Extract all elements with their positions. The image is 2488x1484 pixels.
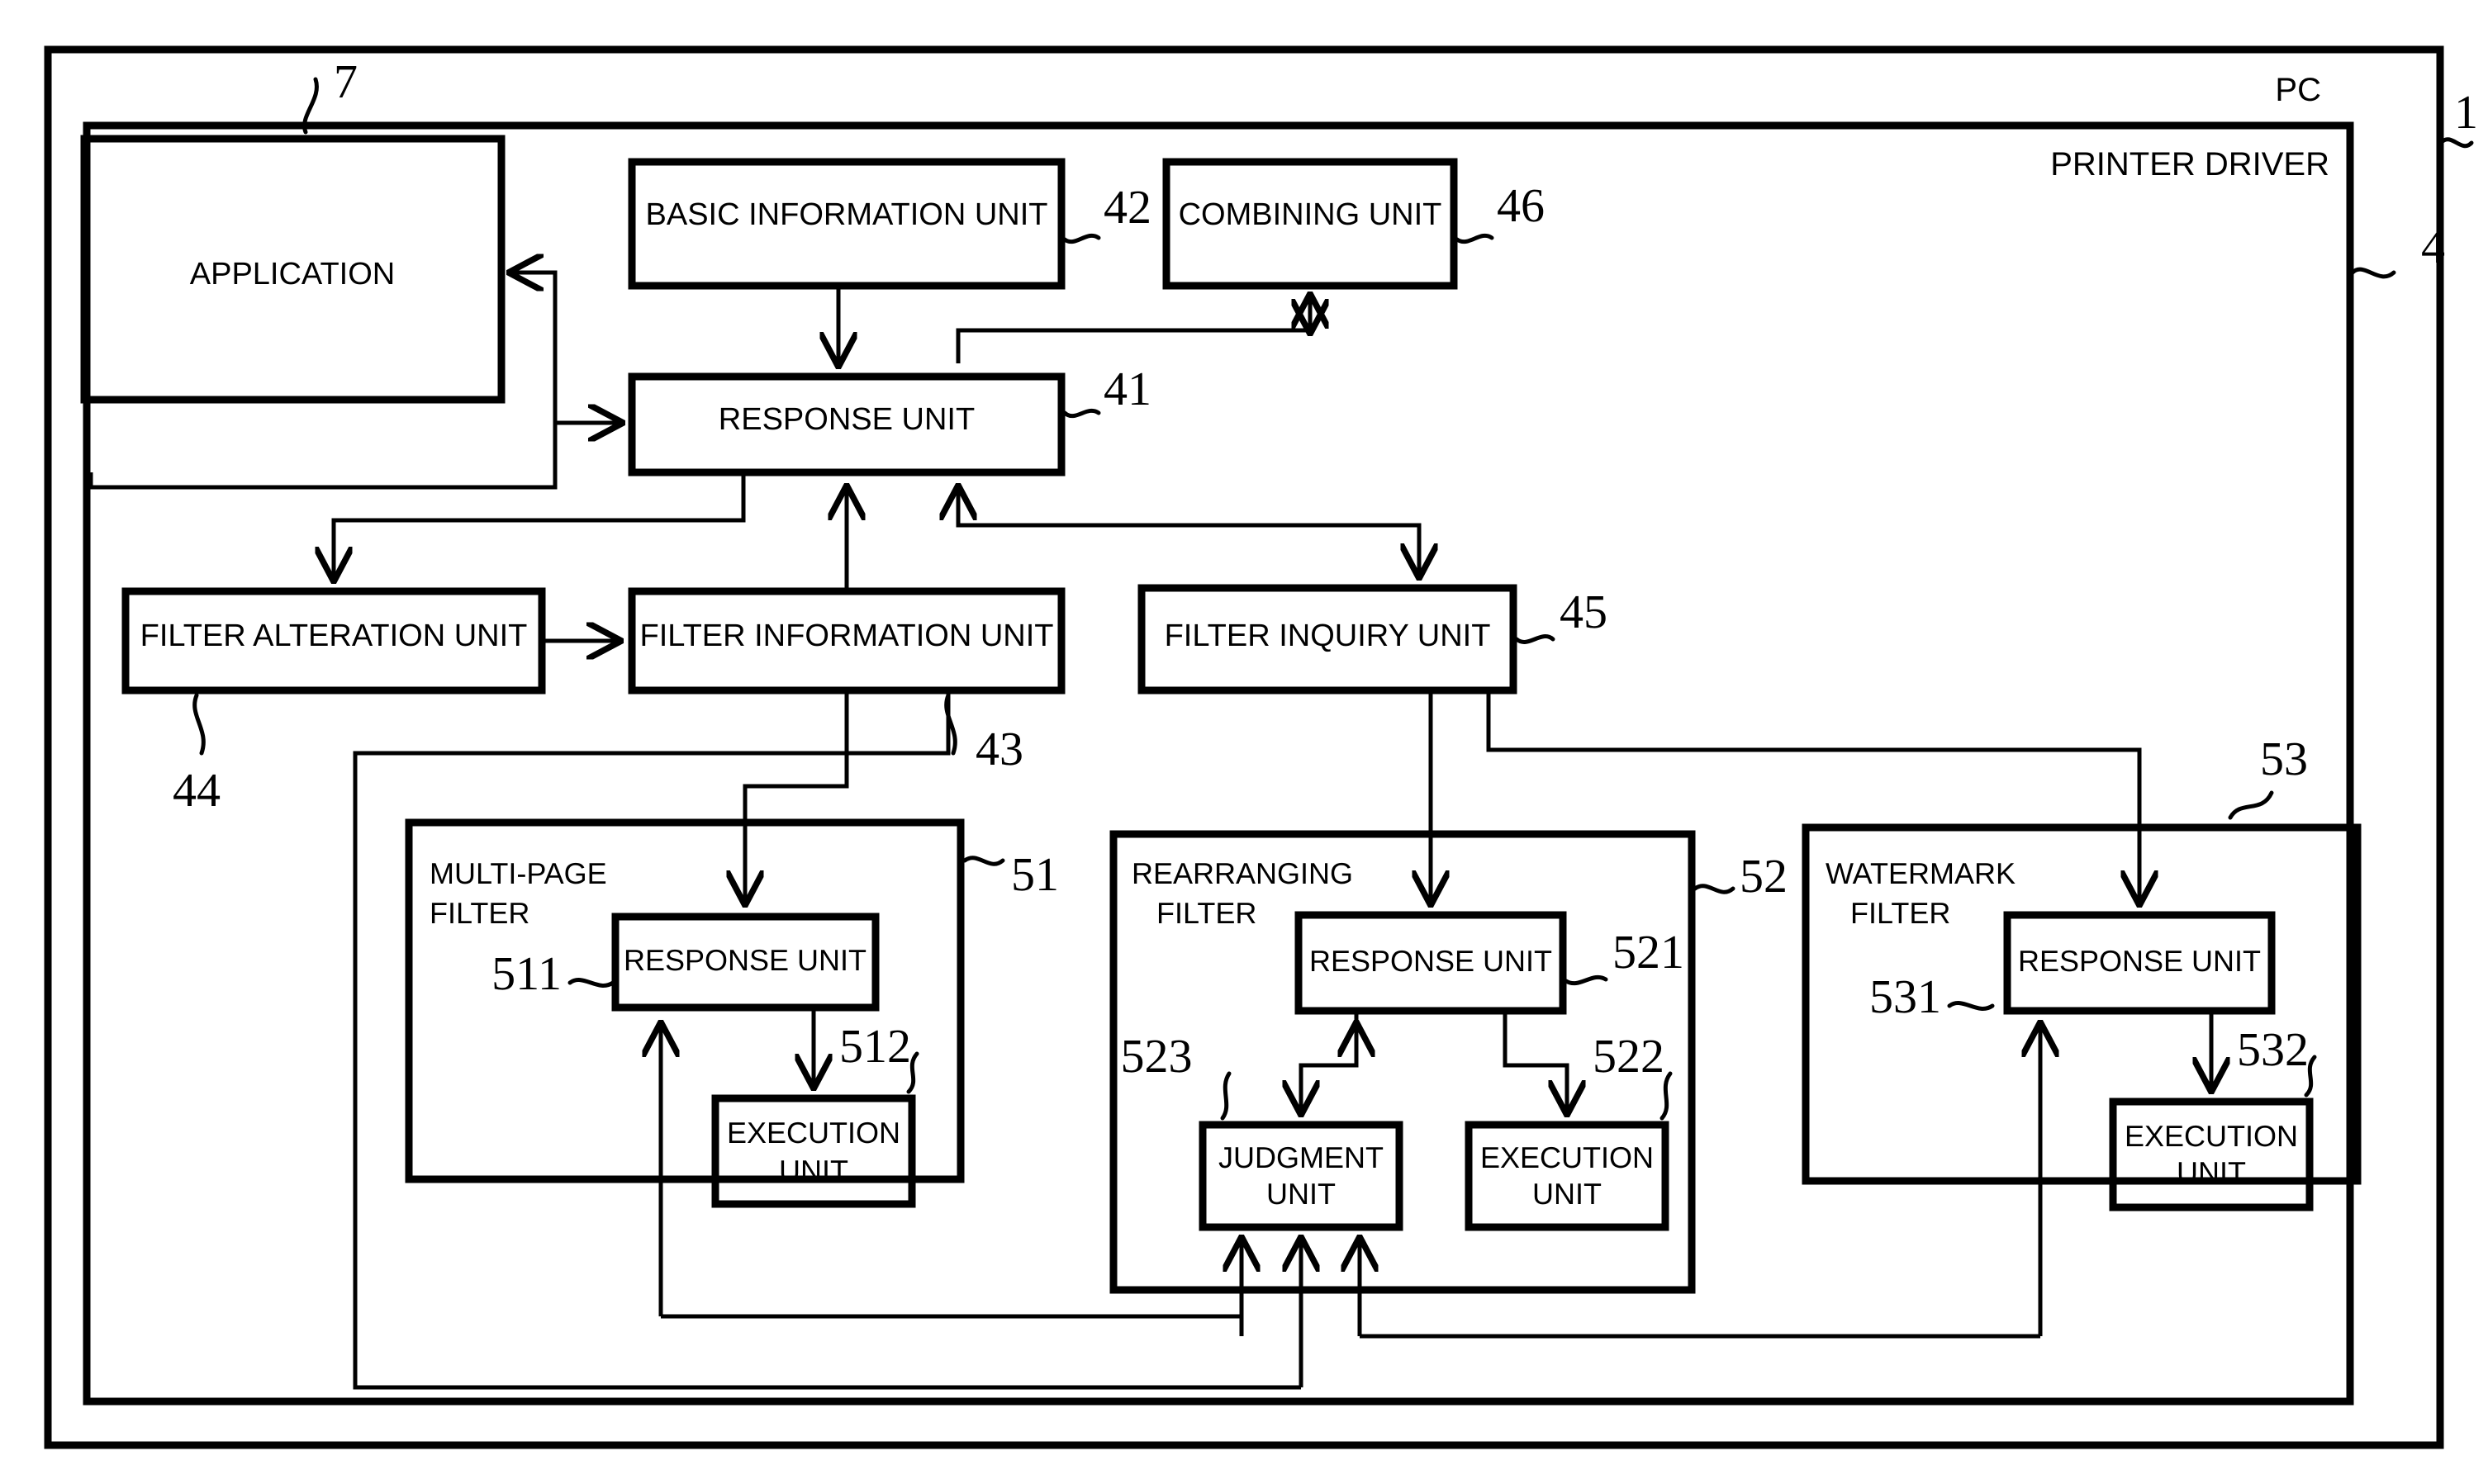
block-basic-information-label: BASIC INFORMATION UNIT	[646, 197, 1048, 232]
re-response-ref-leader	[1564, 974, 1608, 986]
wm-response-ref-leader	[1947, 1001, 1995, 1011]
re-execution-ref: 522	[1593, 1029, 1664, 1083]
conn-combining-to-response	[956, 297, 1310, 363]
printer-driver-label: PRINTER DRIVER	[2050, 146, 2329, 183]
multi-page-filter-name-line2: FILTER	[430, 896, 529, 930]
printer-driver-ref-leader	[2350, 267, 2396, 279]
mp-execution-ref: 512	[839, 1019, 911, 1073]
block-filter-inquiry-label: FILTER INQUIRY UNIT	[1165, 619, 1491, 653]
block-mp-execution-label-line2: UNIT	[779, 1154, 848, 1188]
multi-page-filter-ref-leader	[962, 856, 1005, 866]
multi-page-filter-name-line1: MULTI-PAGE	[430, 856, 607, 890]
block-re-judgment-label-line1: JUDGMENT	[1218, 1140, 1384, 1174]
response-main-ref: 41	[1104, 362, 1151, 415]
block-re-response-label: RESPONSE UNIT	[1309, 944, 1552, 978]
mp-response-ref: 511	[491, 946, 562, 1000]
block-wm-response-label: RESPONSE UNIT	[2018, 944, 2261, 978]
printer-driver-frame	[83, 121, 2354, 1406]
mp-response-ref-leader	[567, 978, 615, 988]
block-mp-response-label: RESPONSE UNIT	[624, 943, 867, 977]
filter-alteration-ref: 44	[173, 763, 221, 817]
filter-inquiry-ref-leader	[1514, 634, 1555, 644]
watermark-filter-name-line2: FILTER	[1850, 896, 1950, 930]
block-wm-execution-label-line1: EXECUTION	[2125, 1119, 2298, 1153]
application-ref: 7	[334, 55, 358, 108]
conn-response-to-filter-alteration	[334, 476, 746, 578]
block-wm-execution-label-line2: UNIT	[2177, 1155, 2246, 1189]
conn-inquiry-to-wm-response	[1486, 694, 2139, 902]
diagram-canvas: PC 1 PRINTER DRIVER 4 APPLICATION 7 BASI…	[0, 0, 2488, 1484]
block-filter-information-label: FILTER INFORMATION UNIT	[639, 619, 1053, 653]
conn-re-response-to-execution	[1503, 1014, 1567, 1112]
conn-information-to-mp-response	[745, 694, 849, 902]
conn-re-response-to-judgment	[1301, 1014, 1359, 1112]
combining-ref: 46	[1497, 178, 1545, 232]
wm-response-ref: 531	[1869, 970, 1941, 1023]
block-combining-label: COMBINING UNIT	[1179, 197, 1442, 232]
printer-driver-ref: 4	[2421, 220, 2445, 273]
rearranging-filter-ref: 52	[1740, 849, 1788, 903]
re-response-ref: 521	[1612, 925, 1684, 979]
re-judgment-ref-leader	[1220, 1071, 1232, 1121]
block-mp-execution-label-line1: EXECUTION	[727, 1116, 900, 1150]
conn-response-to-application	[512, 273, 558, 423]
bus-alteration-riser	[353, 694, 951, 776]
block-re-judgment-label-line2: UNIT	[1266, 1177, 1336, 1211]
pc-ref-leader	[2439, 137, 2474, 149]
watermark-filter-name-line1: WATERMARK	[1826, 856, 2016, 890]
basic-information-ref: 42	[1104, 180, 1151, 234]
multi-page-filter-ref: 51	[1011, 847, 1059, 901]
block-mp-execution[interactable]	[711, 1094, 916, 1208]
wm-execution-ref: 532	[2237, 1022, 2309, 1076]
combining-ref-leader	[1455, 234, 1494, 244]
block-application-label: APPLICATION	[190, 257, 395, 292]
conn-application-bus	[88, 423, 558, 490]
block-diagram: PC 1 PRINTER DRIVER 4 APPLICATION 7 BASI…	[44, 45, 2478, 1449]
filter-inquiry-ref: 45	[1560, 585, 1607, 638]
basic-information-ref-leader	[1062, 234, 1101, 244]
bus-mp-to-judgment	[661, 1314, 1244, 1336]
block-re-execution-label-line1: EXECUTION	[1480, 1140, 1654, 1174]
filter-information-ref: 43	[976, 722, 1023, 775]
response-main-ref-leader	[1062, 408, 1101, 419]
rearranging-filter-name-line1: REARRANGING	[1132, 856, 1353, 890]
block-response-main-label: RESPONSE UNIT	[719, 402, 975, 437]
watermark-filter-ref-leader	[2228, 790, 2274, 820]
pc-label: PC	[2275, 72, 2321, 108]
filter-alteration-ref-leader	[192, 693, 206, 756]
block-wm-execution[interactable]	[2109, 1098, 2314, 1211]
pc-ref: 1	[2454, 85, 2478, 139]
rearranging-filter-name-line2: FILTER	[1156, 896, 1256, 930]
block-filter-alteration-label: FILTER ALTERATION UNIT	[140, 619, 528, 653]
pc-frame	[44, 45, 2444, 1449]
watermark-filter-ref: 53	[2260, 732, 2308, 785]
re-judgment-ref: 523	[1121, 1029, 1193, 1083]
conn-response-to-inquiry	[956, 489, 1419, 575]
block-re-execution-label-line2: UNIT	[1532, 1177, 1602, 1211]
rearranging-filter-ref-leader	[1693, 884, 1735, 894]
